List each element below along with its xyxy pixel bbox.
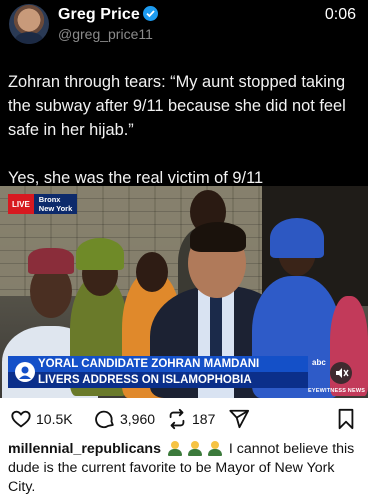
caption-username[interactable]: millennial_republicans	[8, 441, 161, 457]
person-silhouette-icon	[15, 362, 35, 382]
post-caption: millennial_republicans I cannot believe …	[8, 440, 360, 497]
share-icon	[229, 409, 250, 429]
avatar[interactable]	[9, 4, 49, 44]
tweet-header: Greg Price @greg_price11 0:06	[0, 0, 368, 56]
repost-count: 187	[192, 411, 216, 427]
tweet-paragraph: Zohran through tears: “My aunt stopped t…	[8, 73, 346, 139]
farmer-emoji-icon	[187, 440, 203, 456]
person-left-cap	[28, 248, 74, 274]
like-count: 10.5K	[36, 411, 73, 427]
post-actions-bar: 10.5K 3,960 187	[0, 398, 368, 438]
comment-button[interactable]: 3,960	[94, 408, 155, 430]
program-logo: EYEWITNESS NEWS	[308, 388, 366, 394]
comment-icon	[95, 410, 114, 429]
repost-button[interactable]: 187	[166, 408, 215, 430]
embedded-tweet: Greg Price @greg_price11 0:06 Zohran thr…	[0, 0, 368, 398]
location-city: Bronx	[38, 195, 61, 204]
video-player[interactable]: LIVE Bronx New York YORAL CANDIDATE ZOHR…	[0, 186, 368, 398]
location-state: New York	[38, 204, 73, 213]
heart-icon	[11, 410, 31, 428]
comment-count: 3,960	[120, 411, 156, 427]
speaker-hair	[190, 222, 246, 252]
farmer-emoji-icon	[207, 440, 223, 456]
farmer-emoji-icon	[167, 440, 183, 456]
video-timestamp: 0:06	[324, 6, 356, 23]
like-button[interactable]: 10.5K	[10, 408, 73, 430]
headline-line-2: LIVERS ADDRESS ON ISLAMOPHOBIA	[8, 372, 308, 388]
news-lower-third: YORAL CANDIDATE ZOHRAN MAMDANI LIVERS AD…	[8, 356, 308, 388]
save-button[interactable]	[336, 408, 356, 430]
live-badge: LIVE Bronx New York	[8, 194, 78, 214]
person-orange-head	[136, 252, 168, 292]
share-button[interactable]	[228, 408, 250, 430]
verified-badge-icon	[142, 6, 158, 21]
author-name-text: Greg Price	[58, 6, 140, 23]
bookmark-icon	[338, 408, 354, 430]
mute-icon[interactable]	[330, 362, 352, 384]
location-label: Bronx New York	[33, 194, 78, 214]
headline-line-1: YORAL CANDIDATE ZOHRAN MAMDANI	[8, 356, 308, 372]
author-name[interactable]: Greg Price	[58, 6, 158, 24]
person-green-scarf	[76, 238, 124, 270]
live-label: LIVE	[8, 194, 34, 214]
repost-icon	[169, 408, 185, 430]
author-handle[interactable]: @greg_price11	[58, 26, 153, 42]
person-blue-scarf	[270, 218, 324, 258]
